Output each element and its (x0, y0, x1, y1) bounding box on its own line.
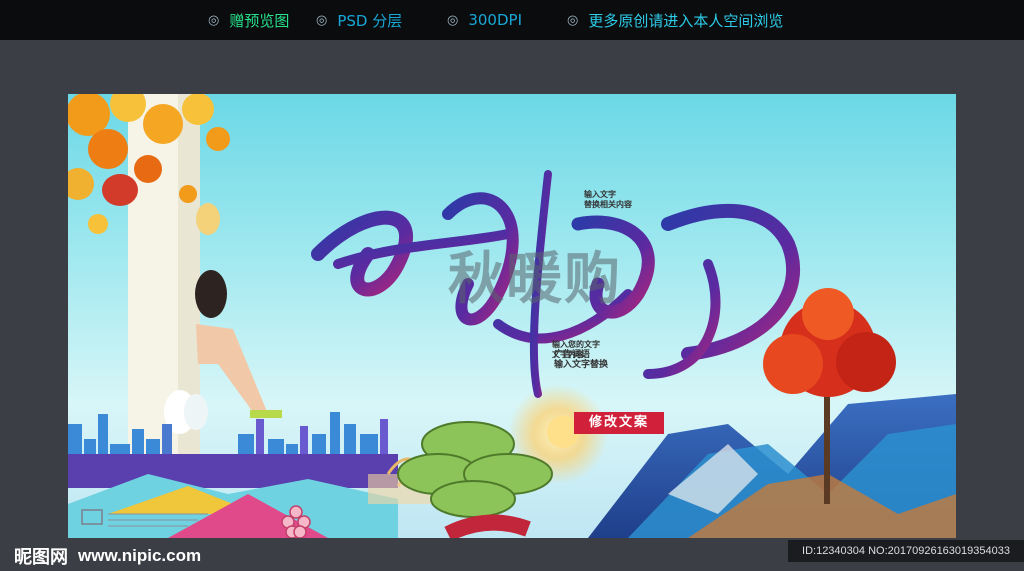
psd-layers-link[interactable]: ◎ PSD 分层 (316, 0, 402, 40)
top-banner: ◎ 赠预览图 ◎ PSD 分层 ◎ 300DPI ◎ 更多原创请进入本人空间浏览 (0, 0, 1024, 40)
balloon-2 (184, 394, 208, 430)
shoe (250, 410, 282, 418)
bullet-icon: ◎ (316, 12, 328, 28)
note-top-line-1: 输入文字 (584, 190, 616, 199)
dpi-label: 300DPI (468, 11, 522, 29)
more-originals-link[interactable]: ◎ 更多原创请进入本人空间浏览 (567, 0, 783, 40)
psd-layers-label: PSD 分层 (337, 11, 403, 30)
skyline-base (68, 454, 398, 488)
woman-figure-2 (195, 270, 227, 318)
image-id-label: ID:12340304 NO:20170926163019354033 (788, 540, 1024, 562)
poster-image: 秋暖购 输入文字 替换相关内容 修改文案 输入您的文字 文字内容 广告词语 输入… (68, 94, 956, 538)
note-bottom-line-1: 广告词语 (554, 350, 591, 360)
note-top: 输入文字 替换相关内容 (584, 190, 632, 210)
note-badge-line-1: 输入您的文字 (552, 340, 600, 349)
bullet-icon: ◎ (447, 12, 459, 28)
note-bottom: 广告词语 输入文字替换 (554, 350, 608, 370)
lantern (102, 174, 138, 206)
edit-copy-badge: 修改文案 (574, 412, 664, 434)
more-originals-label: 更多原创请进入本人空间浏览 (588, 11, 784, 30)
dpi-link[interactable]: ◎ 300DPI (447, 0, 522, 40)
poster-title: 秋暖购 (448, 246, 622, 312)
site-logo[interactable]: 昵图网 www.nipic.com (0, 540, 201, 571)
note-bottom-line-2: 输入文字替换 (554, 360, 609, 370)
poster-artwork (68, 94, 956, 538)
preview-link[interactable]: ◎ 赠预览图 (208, 0, 289, 40)
logo-text: 昵图网 (14, 546, 68, 568)
woman-figure-1 (196, 203, 220, 235)
note-top-line-2: 替换相关内容 (584, 200, 632, 209)
bullet-icon: ◎ (208, 12, 220, 28)
red-ribbon (444, 514, 531, 538)
bullet-icon: ◎ (567, 12, 579, 28)
logo-url: www.nipic.com (78, 545, 202, 565)
preview-label: 赠预览图 (229, 11, 290, 30)
